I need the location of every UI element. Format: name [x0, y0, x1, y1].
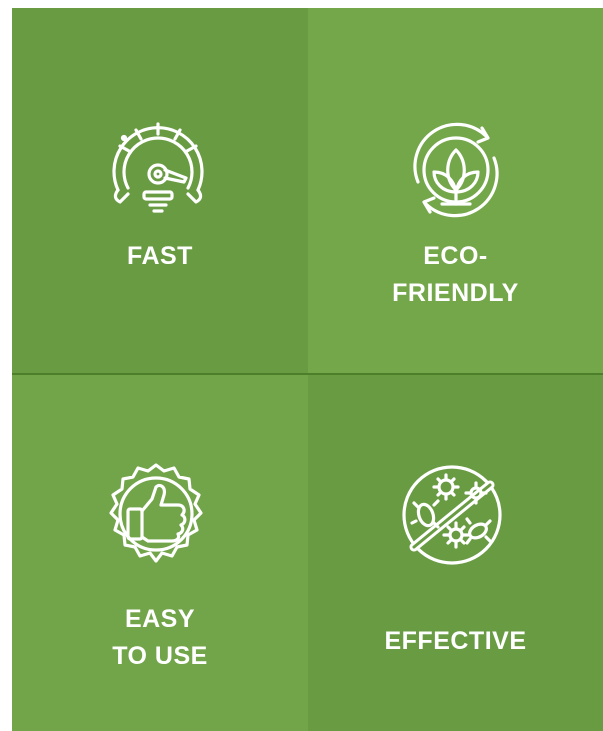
- speedometer-icon: [100, 110, 216, 226]
- eco-leaf-recycle-icon: [398, 112, 514, 228]
- feature-tile-effective: EFFECTIVE: [308, 375, 603, 731]
- no-germs-icon: [394, 457, 510, 573]
- feature-label-easy-to-use: EASY TO USE: [12, 601, 308, 675]
- feature-label-line: EASY: [124, 605, 196, 633]
- feature-label-fast: FAST: [12, 238, 308, 275]
- feature-label-line: FRIENDLY: [392, 279, 519, 307]
- feature-label-eco-friendly: ECO- FRIENDLY: [308, 238, 603, 312]
- feature-tile-eco-friendly: ECO- FRIENDLY: [308, 8, 603, 373]
- thumbs-up-badge-icon: [98, 459, 214, 575]
- feature-label-line: FAST: [127, 242, 193, 270]
- feature-label-line: ECO-: [423, 242, 488, 270]
- feature-tile-easy-to-use: EASY TO USE: [12, 375, 308, 731]
- features-grid: FAST ECO- FRIENDLY EASY TO USE EFFECTIVE: [12, 8, 603, 731]
- feature-label-line: EFFECTIVE: [384, 627, 527, 655]
- feature-tile-fast: FAST: [12, 8, 308, 373]
- feature-label-line: TO USE: [112, 642, 208, 670]
- feature-label-effective: EFFECTIVE: [308, 623, 603, 660]
